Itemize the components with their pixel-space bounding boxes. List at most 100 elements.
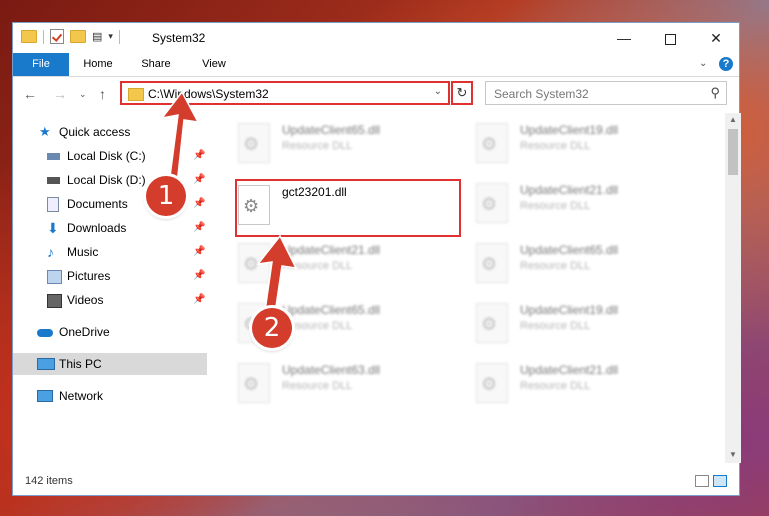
tab-share[interactable]: Share xyxy=(135,53,177,76)
file-type: Resource DLL xyxy=(282,320,353,332)
dll-file-icon xyxy=(238,363,270,403)
tiles-view-icon[interactable] xyxy=(713,475,727,487)
file-highlight xyxy=(235,179,461,237)
cloud-icon xyxy=(37,329,53,337)
file-name: UpdateClient21.dll xyxy=(520,363,619,377)
maximize-icon xyxy=(664,33,676,45)
sidebar-item-network[interactable]: Network xyxy=(13,385,207,407)
file-item[interactable]: UpdateClient19.dll Resource DLL xyxy=(448,119,674,169)
file-type: Resource DLL xyxy=(520,140,591,152)
details-view-icon[interactable] xyxy=(695,475,709,487)
navigation-bar: ← → ⌄ ↑ C:\Windows\System32 ⌄ ↻ Search S… xyxy=(13,78,739,110)
file-item[interactable]: UpdateClient65.dll Resource DLL xyxy=(448,239,674,289)
sidebar-item-videos[interactable]: Videos 📌 xyxy=(13,289,207,311)
chevron-down-icon[interactable]: ⌄ xyxy=(434,86,442,97)
item-count: 142 items xyxy=(25,475,73,487)
navigation-pane: ★ Quick access Local Disk (C:) 📌 Local D… xyxy=(13,113,209,463)
download-icon: ⬇ xyxy=(47,220,59,236)
close-button[interactable]: ✕ xyxy=(693,23,739,53)
ribbon-tabs: File Home Share View ⌄ ? xyxy=(13,53,739,77)
window-title: System32 xyxy=(152,31,206,45)
file-item[interactable]: UpdateClient21.dll Resource DLL xyxy=(210,239,436,289)
file-name: UpdateClient65.dll xyxy=(282,303,381,317)
sidebar-item-pictures[interactable]: Pictures 📌 xyxy=(13,265,207,287)
file-item[interactable]: UpdateClient65.dll Resource DLL xyxy=(210,119,436,169)
pin-icon[interactable]: 📌 xyxy=(193,265,205,287)
file-item[interactable]: UpdateClient19.dll Resource DLL xyxy=(448,299,674,349)
properties-icon[interactable] xyxy=(50,29,64,44)
search-input[interactable]: Search System32 ⚲ xyxy=(485,81,727,105)
search-icon: ⚲ xyxy=(710,85,720,100)
status-bar: 142 items xyxy=(13,469,739,495)
view-switcher xyxy=(695,475,727,487)
address-bar[interactable]: C:\Windows\System32 ⌄ xyxy=(120,81,450,105)
tab-file[interactable]: File xyxy=(13,53,69,76)
tab-home[interactable]: Home xyxy=(77,53,119,76)
file-item[interactable]: UpdateClient65.dll Resource DLL xyxy=(210,299,436,349)
vertical-scrollbar[interactable]: ▲ ▼ xyxy=(725,113,741,463)
address-path[interactable]: C:\Windows\System32 xyxy=(148,87,269,101)
pictures-icon xyxy=(47,270,62,284)
recent-locations-icon[interactable]: ⌄ xyxy=(79,89,87,100)
sidebar-item-quick-access[interactable]: ★ Quick access xyxy=(13,121,207,143)
back-arrow-icon[interactable]: ← xyxy=(23,86,37,102)
sidebar-item-label: Downloads xyxy=(67,221,127,235)
music-icon: ♪ xyxy=(47,244,54,260)
dll-file-icon xyxy=(476,123,508,163)
pin-icon[interactable]: 📌 xyxy=(193,217,205,239)
sidebar-item-this-pc[interactable]: This PC xyxy=(13,353,207,375)
sidebar-item-label: This PC xyxy=(59,357,102,371)
file-type: Resource DLL xyxy=(520,320,591,332)
maximize-button[interactable] xyxy=(647,23,693,53)
file-name: UpdateClient21.dll xyxy=(520,183,619,197)
file-item[interactable]: UpdateClient63.dll Resource DLL xyxy=(210,359,436,409)
quick-access-toolbar: ▤ ▾ xyxy=(21,29,120,44)
pin-icon[interactable]: 📌 xyxy=(193,145,205,167)
file-name: UpdateClient63.dll xyxy=(282,363,381,377)
customize-dropdown-icon[interactable]: ▾ xyxy=(108,31,113,42)
dll-file-icon xyxy=(476,303,508,343)
sidebar-item-music[interactable]: ♪ Music 📌 xyxy=(13,241,207,263)
tab-view[interactable]: View xyxy=(193,53,235,76)
dll-file-icon xyxy=(476,183,508,223)
file-type: Resource DLL xyxy=(520,260,591,272)
pin-icon[interactable]: 📌 xyxy=(193,169,205,191)
search-placeholder: Search System32 xyxy=(494,87,589,101)
up-arrow-icon[interactable]: ↑ xyxy=(99,86,106,102)
star-icon: ★ xyxy=(39,124,51,139)
file-type: Resource DLL xyxy=(520,380,591,392)
sidebar-item-label: OneDrive xyxy=(59,325,110,339)
sidebar-item-downloads[interactable]: ⬇ Downloads 📌 xyxy=(13,217,207,239)
divider xyxy=(118,29,120,44)
file-item[interactable]: UpdateClient21.dll Resource DLL xyxy=(448,179,674,229)
help-icon[interactable]: ? xyxy=(719,57,733,71)
file-type: Resource DLL xyxy=(282,380,353,392)
divider xyxy=(43,29,44,44)
file-item[interactable]: UpdateClient21.dll Resource DLL xyxy=(448,359,674,409)
computer-icon xyxy=(37,358,55,370)
file-name: UpdateClient19.dll xyxy=(520,303,619,317)
sidebar-item-label: Music xyxy=(67,245,99,259)
drive-icon xyxy=(47,177,60,184)
sidebar-item-local-disk-c[interactable]: Local Disk (C:) 📌 xyxy=(13,145,207,167)
refresh-button[interactable]: ↻ xyxy=(451,81,473,105)
videos-icon xyxy=(47,294,62,308)
view-options-icon[interactable]: ▤ xyxy=(92,30,102,43)
expand-ribbon-icon[interactable]: ⌄ xyxy=(699,58,709,69)
pin-icon[interactable]: 📌 xyxy=(193,193,205,215)
new-folder-icon[interactable] xyxy=(70,30,86,43)
pin-icon[interactable]: 📌 xyxy=(193,241,205,263)
annotation-badge-1: 1 xyxy=(146,176,186,216)
sidebar-item-onedrive[interactable]: OneDrive xyxy=(13,321,207,343)
dll-file-icon xyxy=(238,123,270,163)
file-list: UpdateClient65.dll Resource DLL UpdateCl… xyxy=(210,113,726,463)
scroll-down-icon[interactable]: ▼ xyxy=(729,450,737,459)
title-bar: ▤ ▾ System32 — ✕ xyxy=(13,23,739,53)
scrollbar-thumb[interactable] xyxy=(728,129,738,175)
forward-arrow-icon[interactable]: → xyxy=(53,86,67,102)
folder-icon xyxy=(21,30,37,43)
scroll-up-icon[interactable]: ▲ xyxy=(729,115,737,124)
minimize-button[interactable]: — xyxy=(601,23,647,53)
file-name: UpdateClient19.dll xyxy=(520,123,619,137)
pin-icon[interactable]: 📌 xyxy=(193,289,205,311)
